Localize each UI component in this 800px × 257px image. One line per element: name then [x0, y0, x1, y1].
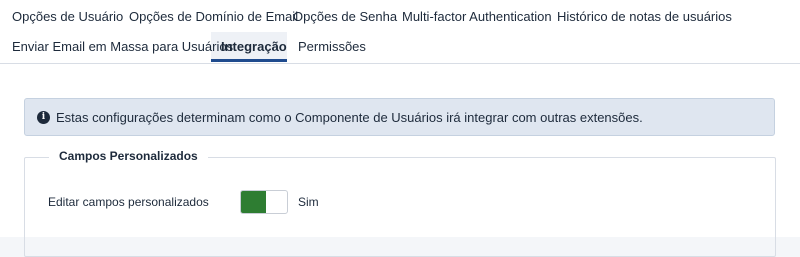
tab-permissoes[interactable]: Permissões — [298, 39, 366, 55]
tab-enviar-email-massa[interactable]: Enviar Email em Massa para Usuários — [12, 39, 233, 55]
tab-opcoes-dominio-email[interactable]: Opções de Domínio de Email — [129, 9, 298, 25]
alert-text: Estas configurações determinam como o Co… — [56, 110, 643, 125]
active-tab-indicator — [211, 59, 287, 62]
edit-custom-fields-switch[interactable] — [240, 190, 288, 214]
info-circle-icon: i — [37, 111, 50, 124]
edit-custom-fields-label: Editar campos personalizados — [48, 195, 209, 209]
tab-opcoes-usuario[interactable]: Opções de Usuário — [12, 9, 123, 25]
tab-integracao[interactable]: Integração — [221, 39, 287, 55]
tab-multi-factor-authentication[interactable]: Multi-factor Authentication — [402, 9, 552, 25]
info-alert: i Estas configurações determinam como o … — [24, 98, 775, 136]
tab-opcoes-senha[interactable]: Opções de Senha — [293, 9, 397, 25]
tab-content-panel: i Estas configurações determinam como o … — [0, 64, 800, 257]
switch-value-label: Sim — [298, 195, 319, 209]
tab-historico-notas[interactable]: Histórico de notas de usuários — [557, 9, 732, 25]
tab-bar: Opções de Usuário Opções de Domínio de E… — [0, 0, 800, 64]
custom-fields-fieldset: Campos Personalizados Editar campos pers… — [24, 149, 776, 257]
fieldset-legend: Campos Personalizados — [49, 149, 208, 163]
switch-on-indicator — [241, 191, 266, 213]
